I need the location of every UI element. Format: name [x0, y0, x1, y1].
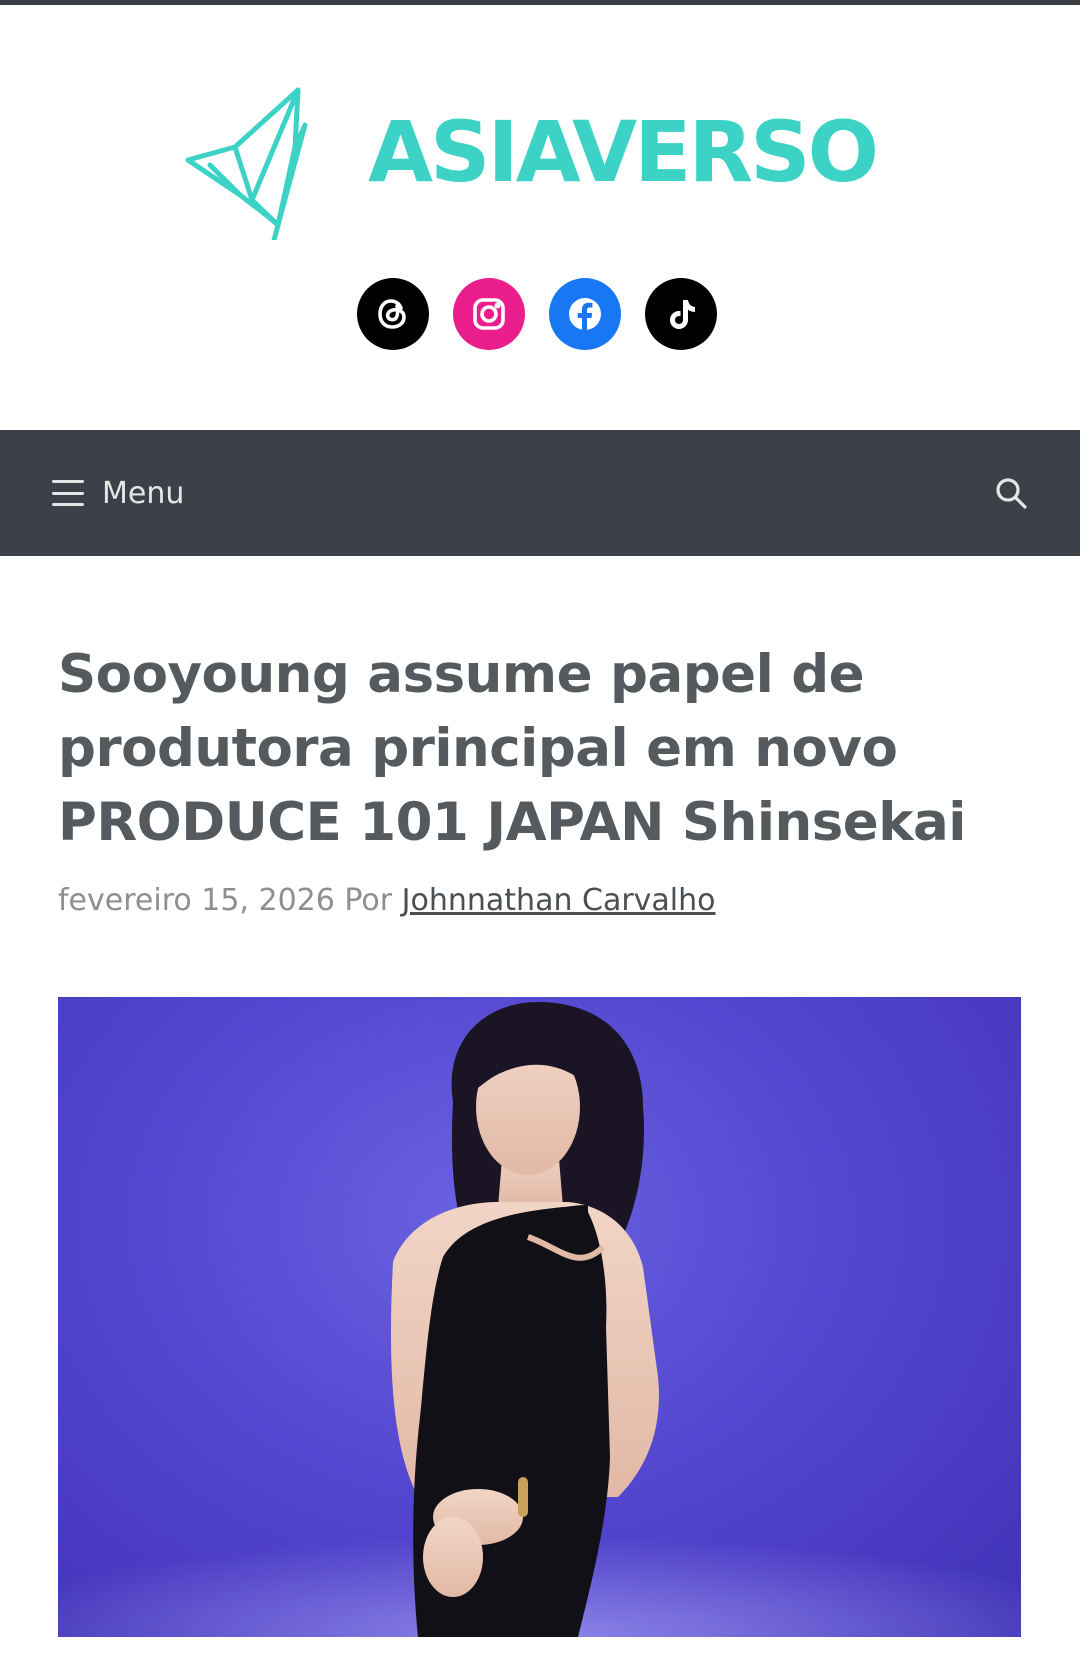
menu-toggle-button[interactable]: Menu — [52, 470, 184, 516]
top-rule — [0, 0, 1080, 5]
main-navigation: Menu — [0, 430, 1080, 556]
article-title: Sooyoung assume papel de produtora princ… — [58, 644, 966, 853]
by-label: Por — [344, 883, 393, 918]
tiktok-icon — [670, 300, 695, 329]
featured-image — [58, 997, 1021, 1637]
hamburger-icon — [52, 480, 84, 506]
author-link[interactable]: Johnnathan Carvalho — [402, 883, 716, 918]
threads-link[interactable] — [357, 278, 429, 350]
search-icon — [996, 478, 1027, 509]
social-links — [357, 278, 717, 350]
facebook-icon — [569, 298, 601, 331]
article-meta: fevereiro 15, 2026 Por Johnnathan Carval… — [58, 883, 716, 918]
instagram-link[interactable] — [453, 278, 525, 350]
site-branding[interactable]: ASIAVERSO — [180, 80, 910, 250]
site-logo-text: ASIAVERSO — [368, 103, 879, 201]
origami-bird-icon — [185, 87, 308, 240]
featured-photo-figure — [58, 1002, 1021, 1637]
facebook-link[interactable] — [549, 278, 621, 350]
search-button[interactable] — [988, 470, 1034, 516]
menu-label: Menu — [102, 475, 185, 511]
tiktok-link[interactable] — [645, 278, 717, 350]
instagram-icon — [473, 298, 505, 330]
post-date: fevereiro 15, 2026 — [58, 883, 335, 918]
threads-icon — [378, 299, 406, 329]
